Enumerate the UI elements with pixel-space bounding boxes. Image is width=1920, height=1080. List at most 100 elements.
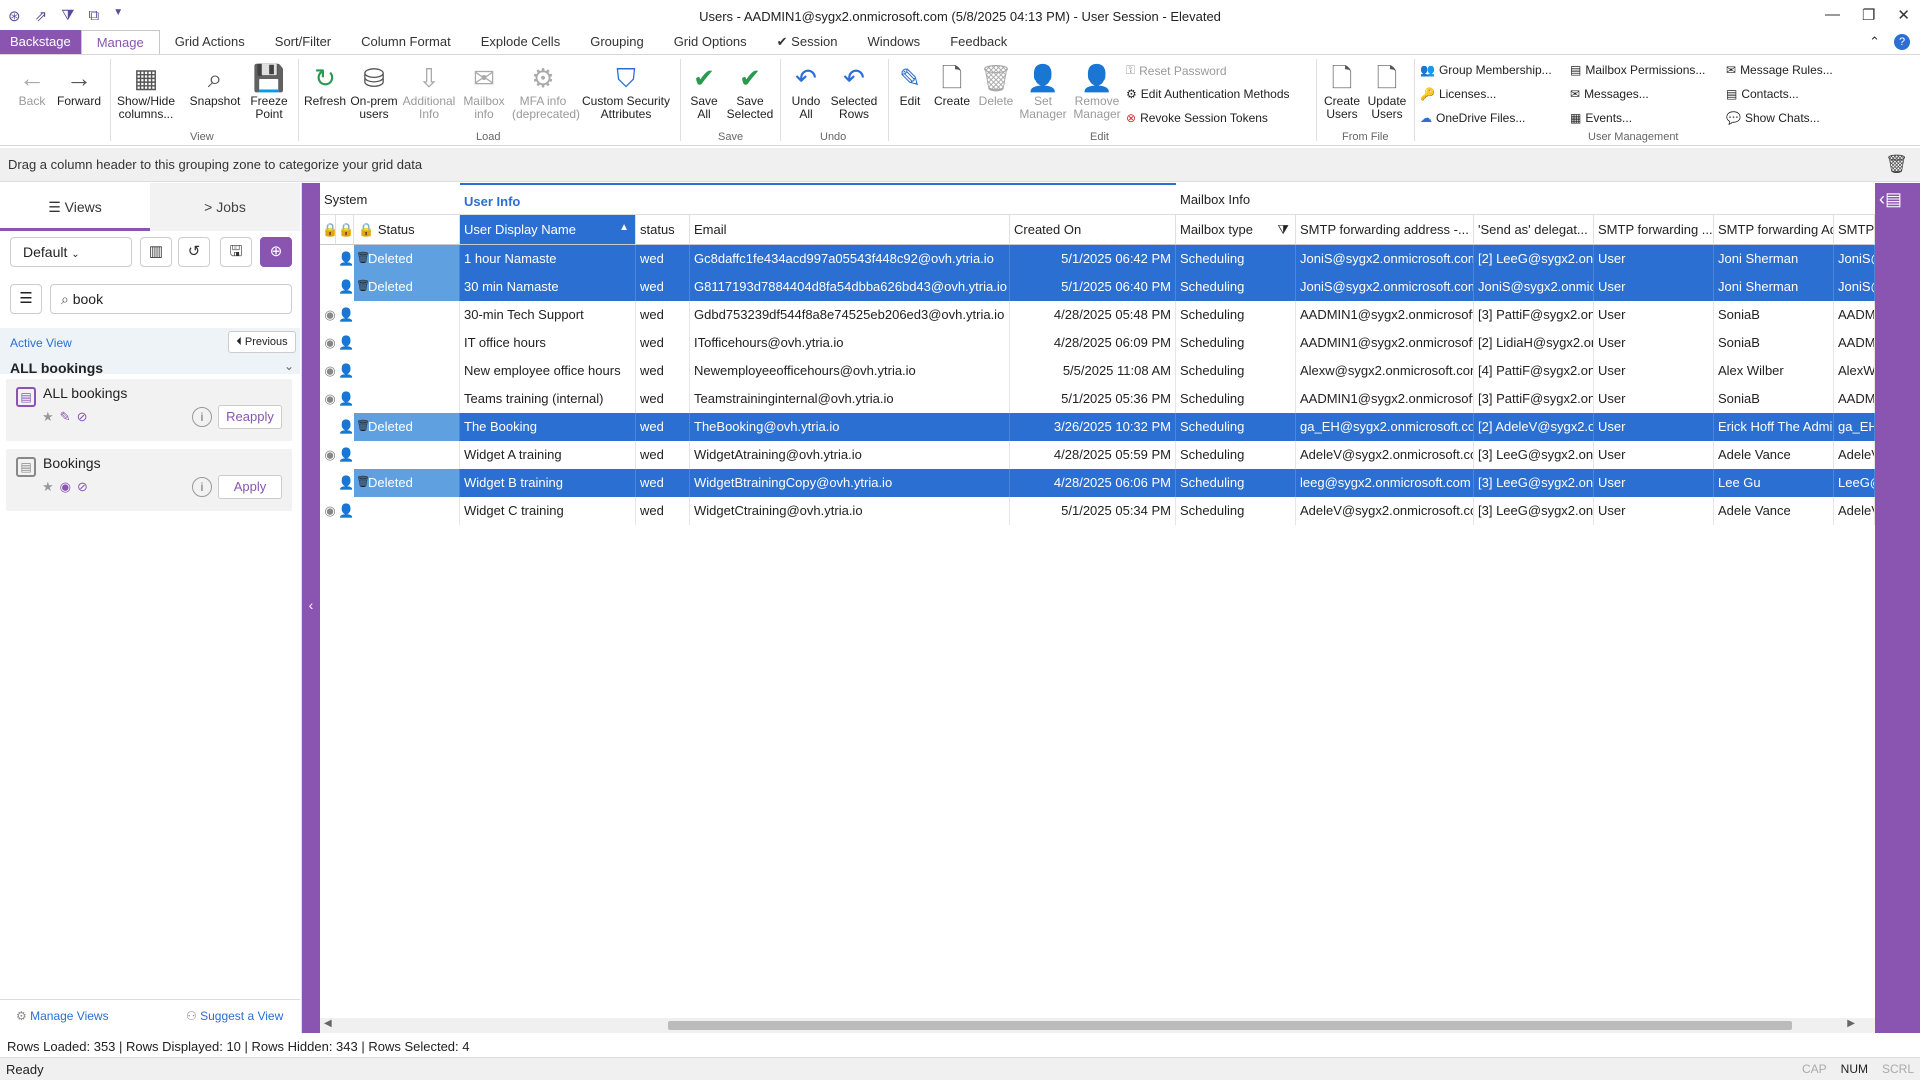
column-email[interactable]: Email — [690, 215, 1010, 245]
cell-smtp[interactable]: JoniS@sygx2.onmicrosoft.com — [1296, 273, 1474, 301]
expand-side-panel-icon[interactable]: ‹▤ — [1879, 189, 1902, 210]
remove-manager-button[interactable]: 👤 Remove Manager — [1070, 61, 1124, 121]
cell-name[interactable]: Widget B training — [460, 469, 636, 497]
cell-fwd[interactable]: User — [1594, 413, 1714, 441]
cell-mbtype[interactable]: Scheduling — [1176, 245, 1296, 273]
cell-fwdadmin[interactable]: Joni Sherman — [1714, 245, 1834, 273]
message-rules-button[interactable]: ✉ Message Rules... — [1726, 63, 1833, 77]
cell-created[interactable]: 5/1/2025 06:40 PM — [1010, 273, 1176, 301]
cell-name[interactable]: Widget C training — [460, 497, 636, 525]
filter-icon[interactable]: ⧩ — [61, 7, 74, 25]
table-row[interactable]: ◉ 👤 IT office hours wed ITofficehours@ovh.yt… — [320, 329, 1875, 357]
cell-st[interactable]: wed — [636, 273, 690, 301]
cell-created[interactable]: 4/28/2025 05:59 PM — [1010, 441, 1176, 469]
manage-views-link[interactable]: ⚙ Manage Views — [16, 1009, 109, 1023]
cell-name[interactable]: IT office hours — [460, 329, 636, 357]
cell-last[interactable]: LeeG@s — [1834, 469, 1875, 497]
cell-st[interactable]: wed — [636, 329, 690, 357]
collapse-ribbon-icon[interactable]: ⌃ — [1869, 34, 1880, 50]
reapply-button[interactable]: Reapply — [218, 405, 282, 429]
tab-sort-filter[interactable]: Sort/Filter — [260, 30, 346, 54]
cell-last[interactable]: AADMIN — [1834, 329, 1875, 357]
cell-last[interactable]: ga_EH@ — [1834, 413, 1875, 441]
cell-created[interactable]: 5/1/2025 05:36 PM — [1010, 385, 1176, 413]
cell-smtp[interactable]: JoniS@sygx2.onmicrosoft.com — [1296, 245, 1474, 273]
star-icon[interactable]: ★ — [42, 409, 54, 425]
row-select-icon[interactable]: ◉ — [322, 251, 338, 267]
cell-name[interactable]: New employee office hours — [460, 357, 636, 385]
tab-backstage[interactable]: Backstage — [0, 30, 81, 54]
table-row[interactable]: ◉ 👤 🗑 Deleted The Booking wed TheBooking@ovh.y… — [320, 413, 1875, 441]
cell-st[interactable]: wed — [636, 497, 690, 525]
row-select-icon[interactable]: ◉ — [322, 363, 338, 379]
row-select-icon[interactable]: ◉ — [322, 279, 338, 295]
set-manager-button[interactable]: 👤 Set Manager — [1018, 61, 1068, 121]
edit-authentication-methods-button[interactable]: ⚙ Edit Authentication Methods — [1126, 87, 1290, 101]
cell-st[interactable]: wed — [636, 357, 690, 385]
cell-smtp[interactable]: AADMIN1@sygx2.onmicrosoft.com — [1296, 329, 1474, 357]
cell-status[interactable] — [354, 441, 460, 469]
mailbox-info-button[interactable]: ✉ Mailbox info — [458, 61, 510, 121]
reset-view-button[interactable]: ↺ — [178, 237, 210, 267]
scroll-right-icon[interactable]: ▶ — [1847, 1018, 1855, 1029]
cell-smtp[interactable]: AADMIN1@sygx2.onmicrosoft.com — [1296, 301, 1474, 329]
table-row[interactable]: ◉ 👤 Widget C training wed WidgetCtraining@ov… — [320, 497, 1875, 525]
table-row[interactable]: ◉ 👤 🗑 Deleted 1 hour Namaste wed Gc8daffc1fe43… — [320, 245, 1875, 273]
cell-email[interactable]: Gdbd753239df544f8a8e74525eb206ed3@ovh.yt… — [690, 301, 1010, 329]
cell-fwdadmin[interactable]: Adele Vance — [1714, 497, 1834, 525]
column-mailbox-type[interactable]: Mailbox type ⧩ — [1176, 215, 1296, 245]
cell-created[interactable]: 3/26/2025 10:32 PM — [1010, 413, 1176, 441]
cell-email[interactable]: WidgetAtraining@ovh.ytria.io — [690, 441, 1010, 469]
lock-col-2-icon[interactable]: 🔒 — [336, 215, 354, 245]
table-row[interactable]: ◉ 👤 30-min Tech Support wed Gdbd753239df544f… — [320, 301, 1875, 329]
mailbox-permissions-button[interactable]: ▤ Mailbox Permissions... — [1570, 63, 1705, 77]
tab-grid-options[interactable]: Grid Options — [659, 30, 762, 54]
column-user-display-name[interactable]: User Display Name ▲ — [460, 215, 636, 245]
create-button[interactable]: 🗋 Create — [932, 61, 972, 108]
open-icon[interactable]: ⇗ — [35, 7, 48, 25]
custom-security-attributes-button[interactable]: ⛉ Custom Security Attributes — [578, 61, 674, 121]
cell-mbtype[interactable]: Scheduling — [1176, 385, 1296, 413]
cell-sendas[interactable]: [3] LeeG@sygx2.onmicrosoft.com — [1474, 497, 1594, 525]
cell-sendas[interactable]: [3] PattiF@sygx2.onmicrosoft.com — [1474, 385, 1594, 413]
table-row[interactable]: ◉ 👤 Teams training (internal) wed Teamstrain… — [320, 385, 1875, 413]
cell-last[interactable]: AdeleV@ — [1834, 441, 1875, 469]
row-select-icon[interactable]: ◉ — [322, 447, 338, 463]
tab-windows[interactable]: Windows — [852, 30, 935, 54]
cell-mbtype[interactable]: Scheduling — [1176, 413, 1296, 441]
cell-sendas[interactable]: [3] PattiF@sygx2.onmicrosoft.com — [1474, 301, 1594, 329]
restore-button[interactable]: ❐ — [1862, 6, 1875, 24]
cell-fwdadmin[interactable]: SoniaB — [1714, 329, 1834, 357]
column-send-as-delegates[interactable]: 'Send as' delegat... — [1474, 215, 1594, 245]
tab-manage[interactable]: Manage — [80, 30, 160, 54]
search-input[interactable]: ⌕ book — [50, 284, 292, 314]
column-smtp-forwarding[interactable]: SMTP forwarding ... — [1594, 215, 1714, 245]
view-card-bookings[interactable]: ▤ Bookings ★ ◉ ⊘ i Apply — [6, 449, 292, 511]
cell-fwd[interactable]: User — [1594, 469, 1714, 497]
cell-mbtype[interactable]: Scheduling — [1176, 273, 1296, 301]
cell-status[interactable] — [354, 357, 460, 385]
cell-last[interactable]: JoniS@ — [1834, 273, 1875, 301]
column-status[interactable]: 🔒 Status — [354, 215, 460, 245]
licenses-button[interactable]: 🔑 Licenses... — [1420, 87, 1496, 101]
cell-created[interactable]: 4/28/2025 05:48 PM — [1010, 301, 1176, 329]
column-created-on[interactable]: Created On — [1010, 215, 1176, 245]
cell-name[interactable]: Teams training (internal) — [460, 385, 636, 413]
cell-name[interactable]: Widget A training — [460, 441, 636, 469]
star-icon[interactable]: ★ — [42, 479, 54, 495]
cell-email[interactable]: WidgetBtrainingCopy@ovh.ytria.io — [690, 469, 1010, 497]
cell-created[interactable]: 5/1/2025 05:34 PM — [1010, 497, 1176, 525]
events-button[interactable]: ▦ Events... — [1570, 111, 1632, 125]
cell-smtp[interactable]: leeg@sygx2.onmicrosoft.com — [1296, 469, 1474, 497]
view-card-all-bookings[interactable]: ▤ ALL bookings ★ ✎ ⊘ i Reapply — [6, 379, 292, 441]
cell-fwdadmin[interactable]: Erick Hoff The Admin — [1714, 413, 1834, 441]
cell-fwd[interactable]: User — [1594, 329, 1714, 357]
edit-view-icon[interactable]: ✎ — [60, 409, 71, 425]
row-select-icon[interactable]: ◉ — [322, 475, 338, 491]
update-users-button[interactable]: 🗋 Update Users — [1364, 61, 1410, 121]
info-icon[interactable]: i — [192, 407, 212, 427]
cell-email[interactable]: WidgetCtraining@ovh.ytria.io — [690, 497, 1010, 525]
cell-sendas[interactable]: [2] AdeleV@sygx2.onmicrosoft.com — [1474, 413, 1594, 441]
tab-column-format[interactable]: Column Format — [346, 30, 466, 54]
tab-grid-actions[interactable]: Grid Actions — [160, 30, 260, 54]
